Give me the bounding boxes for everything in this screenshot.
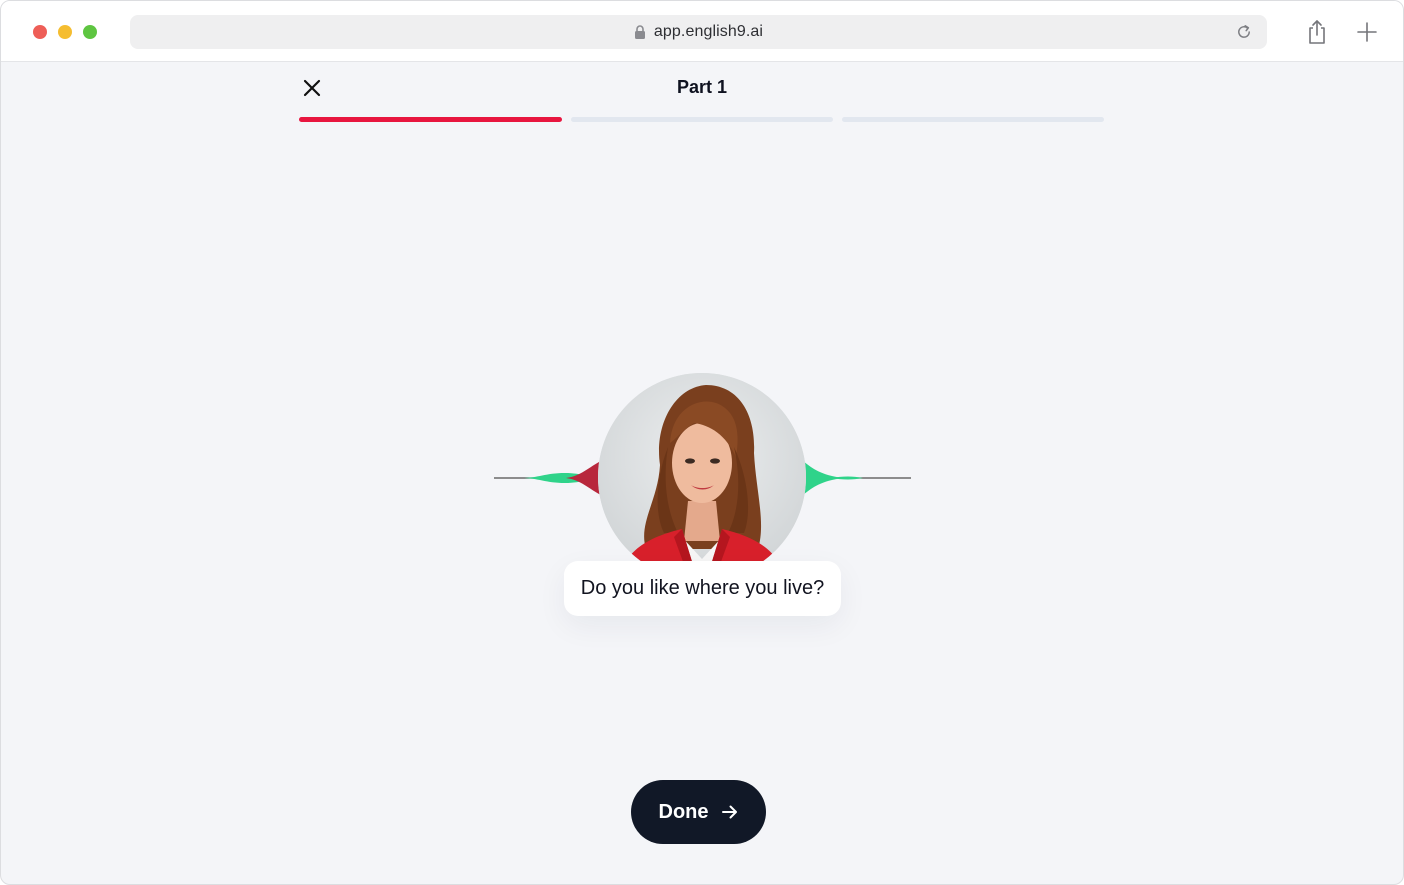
url-text: app.english9.ai bbox=[653, 23, 764, 40]
progress-segment-2 bbox=[571, 117, 833, 122]
address-bar[interactable]: app.english9.ai bbox=[130, 15, 1267, 49]
done-button-label: Done bbox=[658, 800, 709, 823]
close-icon[interactable] bbox=[301, 77, 323, 99]
maximize-window-button[interactable] bbox=[83, 25, 97, 39]
progress-segment-1 bbox=[299, 117, 562, 122]
minimize-window-button[interactable] bbox=[58, 25, 72, 39]
browser-window: app.english9.ai Part 1 Do you like where… bbox=[0, 0, 1404, 885]
examiner-portrait bbox=[598, 373, 806, 581]
done-button[interactable]: Done bbox=[631, 780, 766, 844]
browser-toolbar: app.english9.ai bbox=[1, 1, 1403, 62]
address-bar-content: app.english9.ai bbox=[130, 15, 1267, 49]
lock-icon bbox=[634, 25, 645, 39]
share-icon[interactable] bbox=[1305, 19, 1329, 45]
arrow-right-icon bbox=[721, 805, 737, 819]
examiner-avatar bbox=[598, 373, 806, 581]
page-title: Part 1 bbox=[676, 77, 728, 97]
question-bubble: Do you like where you live? bbox=[564, 561, 841, 616]
reload-icon[interactable] bbox=[1235, 23, 1253, 41]
plus-icon[interactable] bbox=[1356, 21, 1378, 43]
close-window-button[interactable] bbox=[33, 25, 47, 39]
progress-segment-3 bbox=[842, 117, 1104, 122]
question-text: Do you like where you live? bbox=[580, 577, 825, 599]
